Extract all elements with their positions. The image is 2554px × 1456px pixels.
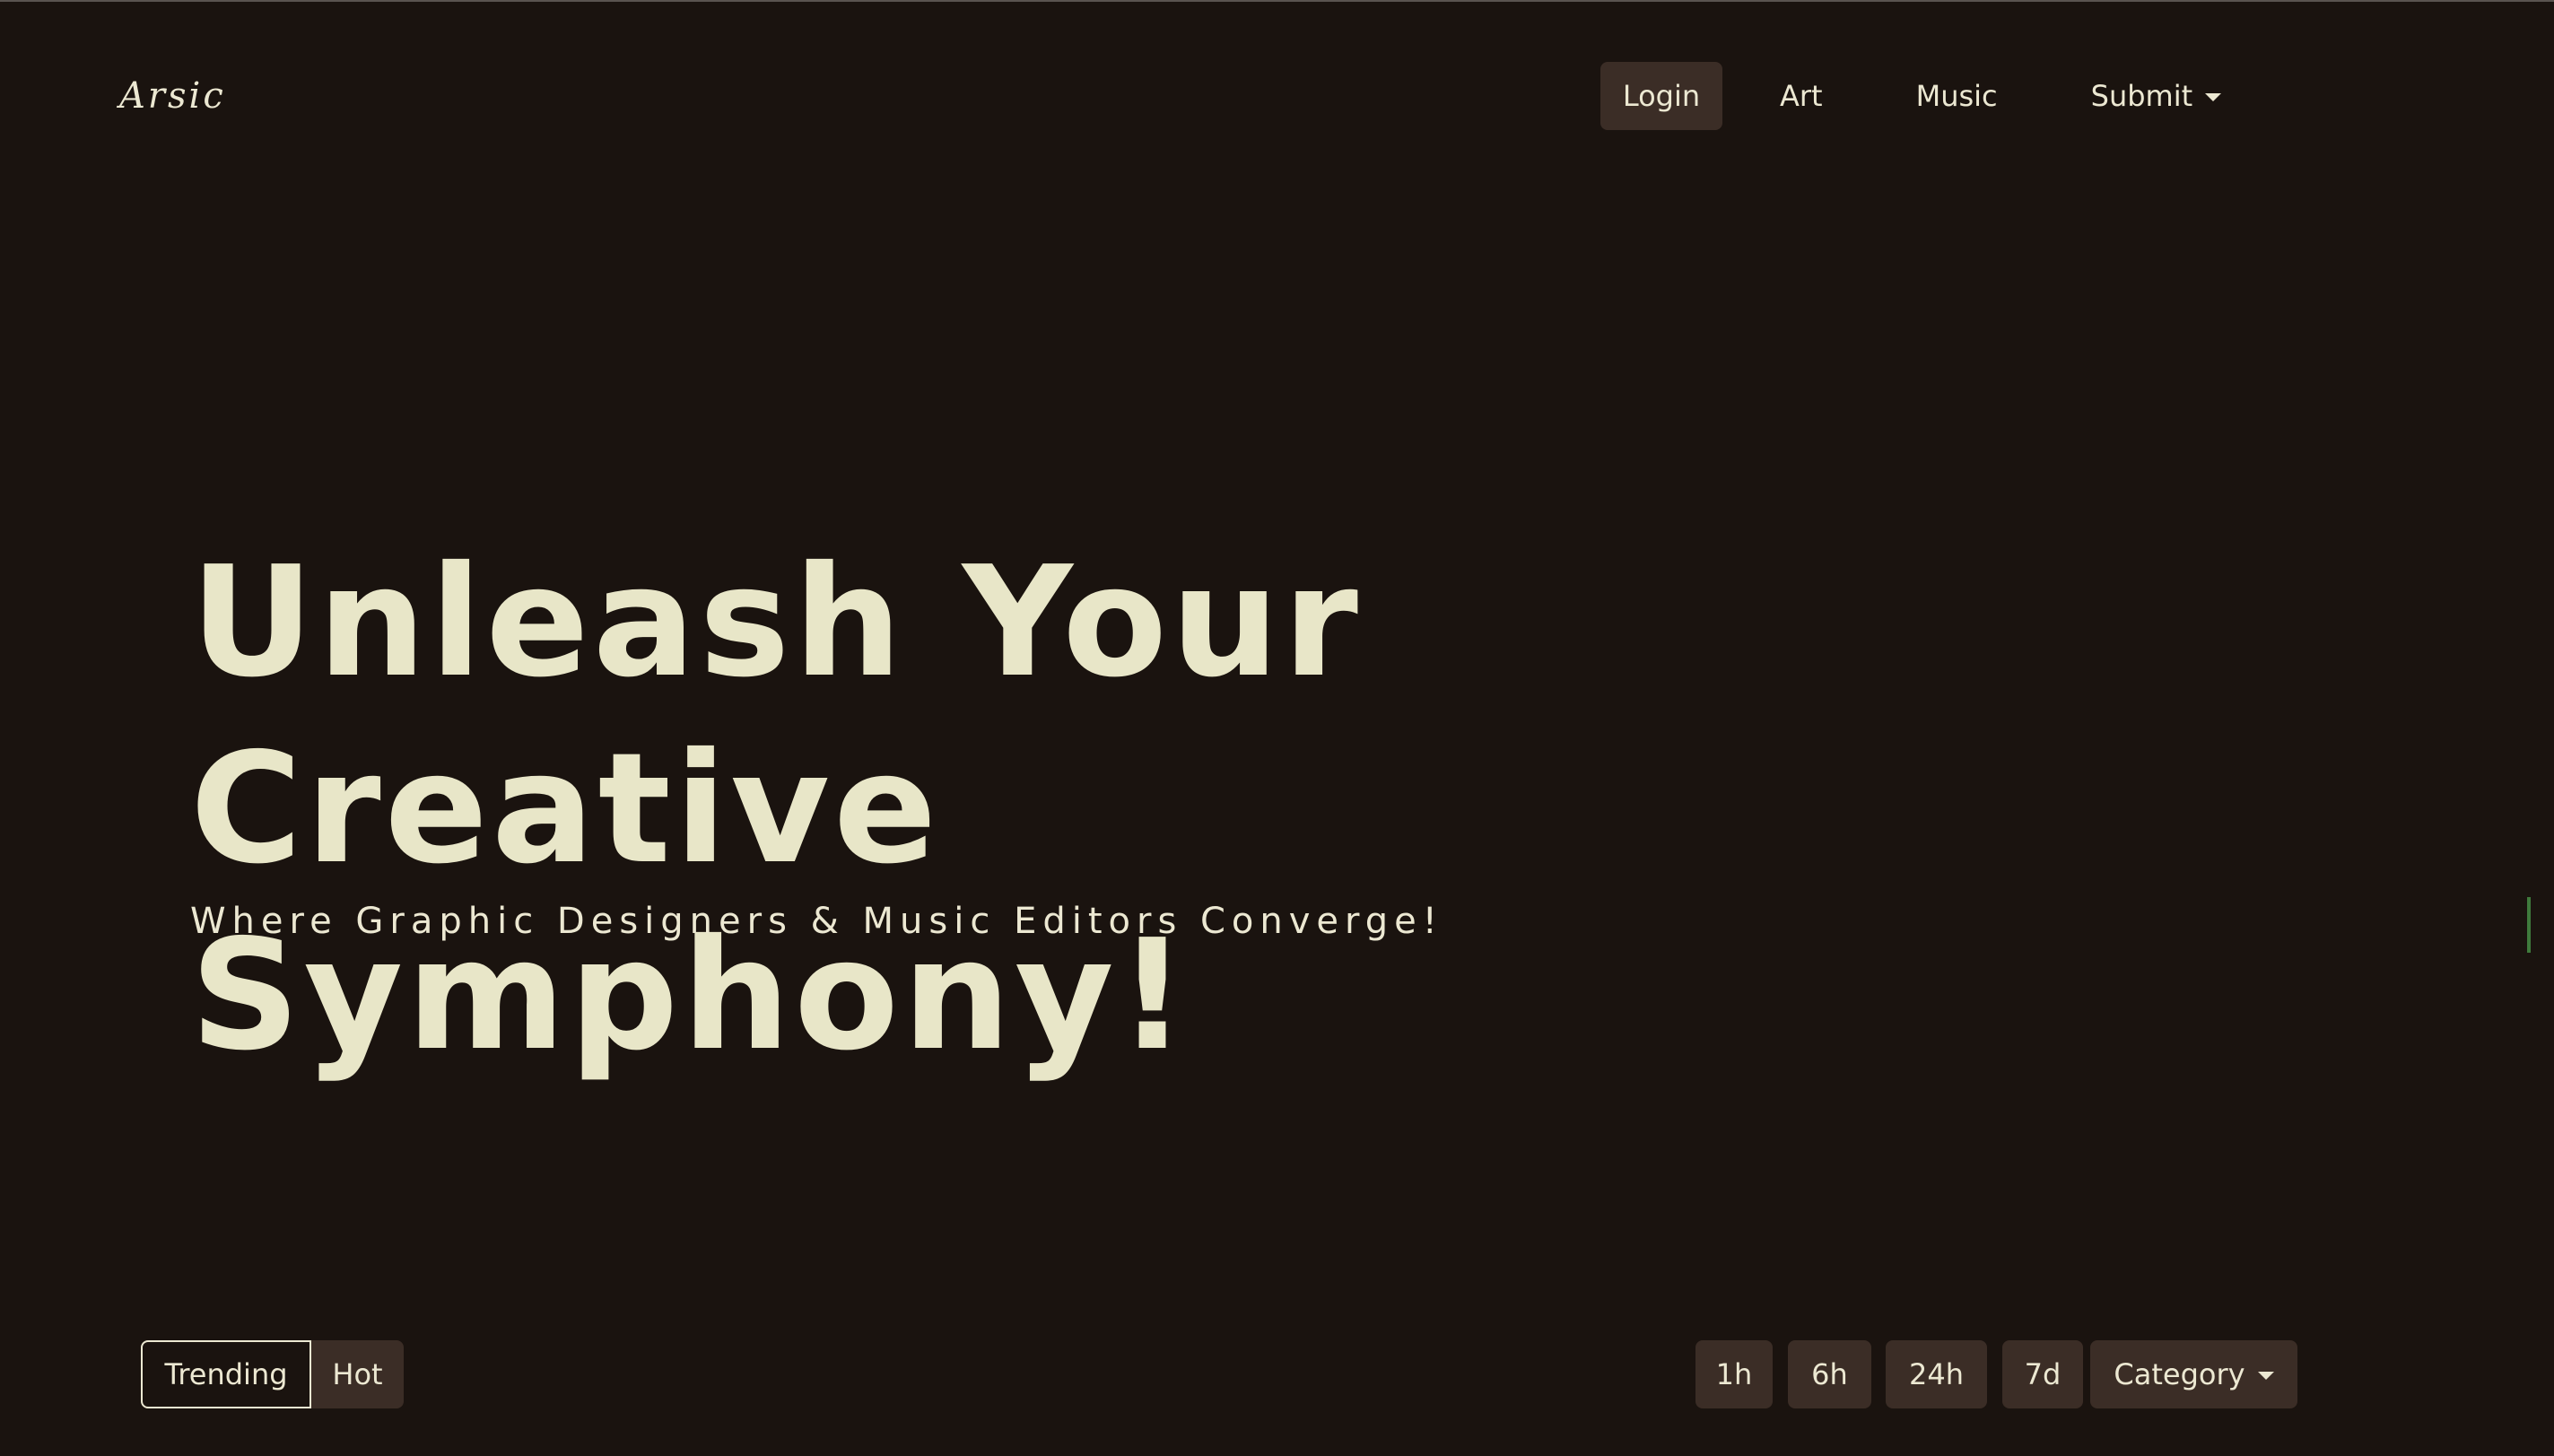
submit-label: Submit [2090, 79, 2193, 113]
caret-down-icon [2257, 1371, 2274, 1380]
top-border [0, 0, 2554, 2]
hero-subtitle: Where Graphic Designers & Music Editors … [190, 901, 1443, 942]
category-label: Category [2114, 1357, 2245, 1391]
login-button[interactable]: Login [1600, 62, 1722, 130]
filter-6h-label: 6h [1811, 1357, 1848, 1391]
art-label: Art [1780, 79, 1823, 113]
music-label: Music [1915, 79, 1998, 113]
hero-title: Unleash Your Creative Symphony! [190, 529, 2164, 1089]
filter-24h-button[interactable]: 24h [1886, 1340, 1987, 1408]
trending-label: Trending [164, 1357, 288, 1391]
login-label: Login [1622, 79, 1701, 113]
submit-dropdown[interactable]: Submit [2091, 62, 2222, 130]
caret-down-icon [2205, 92, 2222, 101]
main-nav: Login Art Music Submit [1600, 62, 2222, 130]
filter-6h-button[interactable]: 6h [1788, 1340, 1871, 1408]
filter-1h-label: 1h [1715, 1357, 1753, 1391]
scroll-indicator [2527, 897, 2531, 953]
time-filter-group: 1h 6h 24h 7d Category [1695, 1340, 2297, 1408]
nav-link-music[interactable]: Music [1916, 62, 1998, 130]
hot-label: Hot [332, 1357, 383, 1391]
filter-1h-button[interactable]: 1h [1695, 1340, 1773, 1408]
category-dropdown[interactable]: Category [2090, 1340, 2297, 1408]
sort-trending-button[interactable]: Trending [141, 1340, 311, 1408]
nav-link-art[interactable]: Art [1780, 62, 1823, 130]
hero-title-line1: Unleash Your Creative [190, 534, 1362, 898]
filter-7d-button[interactable]: 7d [2002, 1340, 2083, 1408]
brand-logo[interactable]: Arsic [119, 75, 226, 117]
sort-toggle-group: Trending Hot [141, 1340, 404, 1408]
filter-24h-label: 24h [1909, 1357, 1964, 1391]
sort-hot-button[interactable]: Hot [311, 1340, 404, 1408]
filter-7d-label: 7d [2024, 1357, 2062, 1391]
